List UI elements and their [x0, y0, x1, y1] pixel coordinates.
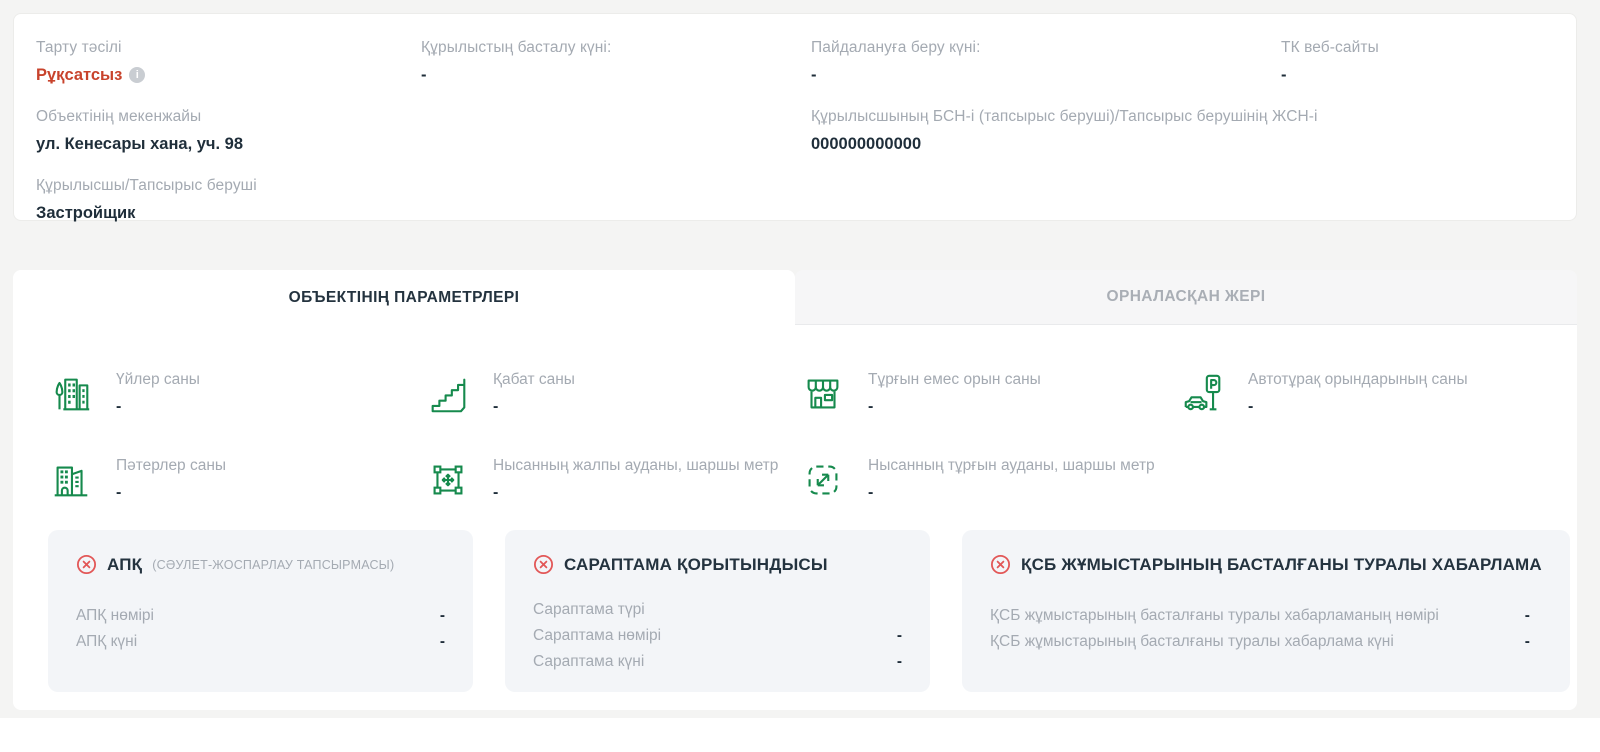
parameters-grid: Үйлер саны - Қабат саны -	[35, 370, 1555, 503]
field-label: Құрылыстың басталу күні:	[421, 38, 811, 57]
row-value: -	[1525, 629, 1530, 655]
documents-row: АПҚ (СӘУЛЕТ-ЖОСПАРЛАУ ТАПСЫРМАСЫ) АПҚ нө…	[35, 530, 1555, 692]
ksb-notification-card: ҚСБ ЖҰМЫСТАРЫНЫҢ БАСТАЛҒАНЫ ТУРАЛЫ ХАБАР…	[962, 530, 1570, 692]
param-label: Пәтерлер саны	[116, 456, 226, 475]
field-label: Тарту тәсілі	[36, 38, 421, 57]
param-living-area: Нысанның тұрғын ауданы, шаршы метр -	[800, 456, 1180, 503]
object-summary-card: Тарту тәсілі Рұқсатсыз i Құрылыстың баст…	[13, 13, 1577, 221]
builder-bin-value: 000000000000	[811, 134, 1554, 154]
expertise-card-title: САРАПТАМА ҚОРЫТЫНДЫСЫ	[564, 555, 828, 575]
field-label: Объектінің мекенжайы	[36, 107, 421, 126]
tab-object-parameters[interactable]: ОБЪЕКТІНІҢ ПАРАМЕТРЛЕРІ	[13, 270, 795, 325]
ksb-number-row: ҚСБ жұмыстарының басталғаны туралы хабар…	[990, 603, 1542, 629]
param-floors-count: Қабат саны -	[425, 370, 800, 417]
param-label: Нысанның жалпы ауданы, шаршы метр	[493, 456, 778, 475]
shop-icon	[800, 371, 846, 417]
object-address-value: ул. Кенесары хана, уч. 98	[36, 134, 421, 154]
field-value: -	[1281, 65, 1554, 85]
field-construction-start-date: Құрылыстың басталу күні: -	[421, 38, 811, 85]
stairs-icon	[425, 371, 471, 417]
expertise-type-row: Сараптама түрі	[533, 597, 902, 623]
field-value: -	[811, 65, 1281, 85]
info-icon[interactable]: i	[129, 67, 145, 83]
apz-card: АПҚ (СӘУЛЕТ-ЖОСПАРЛАУ ТАПСЫРМАСЫ) АПҚ нө…	[48, 530, 473, 692]
field-label: Құрылысшының БСН-і (тапсырыс беруші)/Тап…	[811, 107, 1554, 126]
row-value: -	[897, 623, 902, 649]
field-website: ТК веб-сайты -	[1281, 38, 1554, 85]
param-value: -	[493, 484, 778, 502]
row-value: -	[897, 649, 902, 675]
expertise-date-row: Сараптама күні -	[533, 649, 902, 675]
total-area-icon	[425, 457, 471, 503]
missing-cross-icon	[76, 554, 97, 575]
living-area-icon	[800, 457, 846, 503]
missing-cross-icon	[533, 554, 554, 575]
row-label: Сараптама нөмірі	[533, 623, 661, 649]
ksb-card-title: ҚСБ ЖҰМЫСТАРЫНЫҢ БАСТАЛҒАНЫ ТУРАЛЫ ХАБАР…	[1021, 555, 1542, 575]
field-label: Пайдалануға беру күні:	[811, 38, 1281, 57]
apz-card-subtitle: (СӘУЛЕТ-ЖОСПАРЛАУ ТАПСЫРМАСЫ)	[152, 558, 394, 572]
param-total-area: Нысанның жалпы ауданы, шаршы метр -	[425, 456, 800, 503]
param-label: Нысанның тұрғын ауданы, шаршы метр	[868, 456, 1155, 475]
builder-name-value: Застройщик	[36, 203, 421, 223]
apz-date-row: АПҚ күні -	[76, 629, 445, 655]
row-label: Сараптама күні	[533, 649, 644, 675]
tab-location[interactable]: ОРНАЛАСҚАН ЖЕРІ	[795, 270, 1577, 325]
row-label: Сараптама түрі	[533, 597, 645, 623]
param-apartments-count: Пәтерлер саны -	[48, 456, 425, 503]
field-label: ТК веб-сайты	[1281, 38, 1554, 57]
param-value: -	[116, 484, 226, 502]
field-builder-name: Құрылысшы/Тапсырыс беруші Застройщик	[36, 176, 421, 223]
missing-cross-icon	[990, 554, 1011, 575]
param-value: -	[116, 398, 200, 416]
apz-card-title: АПҚ	[107, 555, 142, 575]
param-value: -	[1248, 398, 1468, 416]
parking-icon	[1180, 371, 1226, 417]
attraction-method-value: Рұқсатсыз	[36, 65, 122, 85]
field-object-address: Объектінің мекенжайы ул. Кенесары хана, …	[36, 107, 421, 154]
apartments-icon	[48, 457, 94, 503]
buildings-icon	[48, 371, 94, 417]
param-label: Тұрғын емес орын саны	[868, 370, 1041, 389]
param-value: -	[868, 398, 1041, 416]
ksb-date-row: ҚСБ жұмыстарының басталғаны туралы хабар…	[990, 629, 1542, 655]
apz-number-row: АПҚ нөмірі -	[76, 603, 445, 629]
expertise-number-row: Сараптама нөмірі -	[533, 623, 902, 649]
param-label: Автотұрақ орындарының саны	[1248, 370, 1468, 389]
object-parameters-panel: Үйлер саны - Қабат саны -	[13, 325, 1577, 710]
param-value: -	[493, 398, 575, 416]
row-label: АПҚ күні	[76, 629, 137, 655]
row-label: ҚСБ жұмыстарының басталғаны туралы хабар…	[990, 603, 1439, 629]
param-label: Үйлер саны	[116, 370, 200, 389]
expertise-card: САРАПТАМА ҚОРЫТЫНДЫСЫ Сараптама түрі Сар…	[505, 530, 930, 692]
field-label: Құрылысшы/Тапсырыс беруші	[36, 176, 421, 195]
field-builder-bin: Құрылысшының БСН-і (тапсырыс беруші)/Тап…	[811, 107, 1554, 154]
field-commissioning-date: Пайдалануға беру күні: -	[811, 38, 1281, 85]
row-label: АПҚ нөмірі	[76, 603, 154, 629]
row-value: -	[1525, 603, 1530, 629]
param-houses-count: Үйлер саны -	[48, 370, 425, 417]
param-nonresidential-count: Тұрғын емес орын саны -	[800, 370, 1180, 417]
row-value: -	[440, 603, 445, 629]
param-label: Қабат саны	[493, 370, 575, 389]
param-parking-count: Автотұрақ орындарының саны -	[1180, 370, 1555, 417]
field-attraction-method: Тарту тәсілі Рұқсатсыз i	[36, 38, 421, 85]
tab-bar: ОБЪЕКТІНІҢ ПАРАМЕТРЛЕРІ ОРНАЛАСҚАН ЖЕРІ	[13, 270, 1577, 325]
row-value: -	[440, 629, 445, 655]
row-label: ҚСБ жұмыстарының басталғаны туралы хабар…	[990, 629, 1394, 655]
page-background: Тарту тәсілі Рұқсатсыз i Құрылыстың баст…	[0, 0, 1600, 718]
field-value: -	[421, 65, 811, 85]
param-value: -	[868, 484, 1155, 502]
